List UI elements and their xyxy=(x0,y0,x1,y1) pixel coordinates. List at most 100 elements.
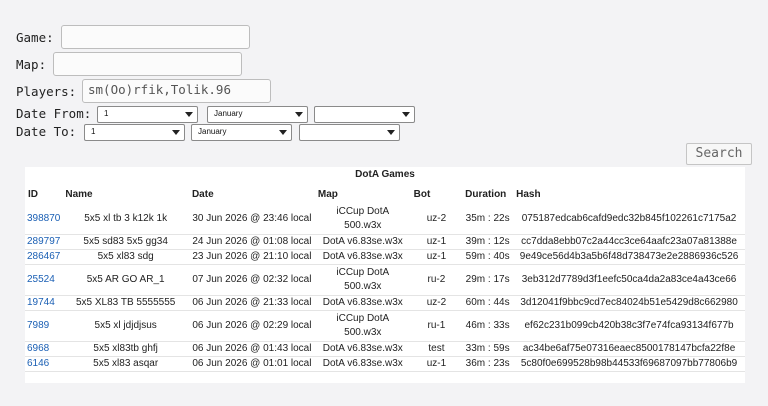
game-date: 06 Jun 2026 @ 01:01 local xyxy=(188,356,315,372)
game-bot: test xyxy=(410,341,463,357)
game-name: 5x5 xl tb 3 k12k 1k xyxy=(62,204,189,235)
game-map: DotA v6.83se.w3x xyxy=(314,295,411,311)
chevron-down-icon xyxy=(402,112,410,117)
column-header-bot: Bot xyxy=(413,188,431,200)
game-bot: uz-1 xyxy=(410,356,463,372)
date-to-month-value: January xyxy=(198,127,227,136)
table-row: 19744 5x5 XL83 TB 5555555 06 Jun 2026 @ … xyxy=(25,295,745,311)
table-row: 289797 5x5 sd83 5x5 gg34 24 Jun 2026 @ 0… xyxy=(25,234,745,250)
date-to-label: Date To: xyxy=(16,124,77,139)
column-header-id: ID xyxy=(28,188,38,200)
game-map: iCCup DotA 500.w3x xyxy=(314,204,411,235)
chevron-down-icon xyxy=(279,130,287,135)
games-table: ID Name Date Map Bot Duration Hash 39887… xyxy=(25,184,745,372)
date-from-day-value: 1 xyxy=(104,109,109,118)
column-header-name: Name xyxy=(65,188,93,200)
game-map: iCCup DotA 500.w3x xyxy=(314,310,411,342)
game-date: 07 Jun 2026 @ 02:32 local xyxy=(188,264,315,296)
chevron-down-icon xyxy=(172,130,180,135)
game-bot: ru-2 xyxy=(410,264,463,296)
game-date: 06 Jun 2026 @ 02:29 local xyxy=(188,310,315,342)
game-hash: ac34be6af75e07316eaec8500178147bcfa22f8e xyxy=(513,341,745,357)
game-name: 5x5 sd83 5x5 gg34 xyxy=(62,234,189,250)
date-to-day-value: 1 xyxy=(91,127,96,136)
game-label: Game: xyxy=(16,30,54,45)
table-row: 6146 5x5 xl83 asqar 06 Jun 2026 @ 01:01 … xyxy=(25,356,745,372)
game-id-link[interactable]: 398870 xyxy=(25,204,63,235)
players-label: Players: xyxy=(16,84,77,99)
results-panel: DotA Games ID Name Date Map Bot Duration… xyxy=(25,167,745,383)
game-bot: uz-1 xyxy=(410,249,463,265)
date-from-month-value: January xyxy=(214,109,243,118)
game-map: iCCup DotA 500.w3x xyxy=(314,264,411,296)
game-input[interactable] xyxy=(61,25,250,49)
search-button[interactable]: Search xyxy=(686,143,752,165)
game-hash: cc7dda8ebb07c2a44cc3ce64aafc23a07a81388e xyxy=(513,234,745,250)
game-date: 06 Jun 2026 @ 01:43 local xyxy=(188,341,315,357)
game-name: 5x5 AR GO AR_1 xyxy=(62,264,189,296)
date-from-year-select[interactable] xyxy=(314,106,415,123)
game-duration: 46m : 33s xyxy=(462,310,514,342)
table-row: 398870 5x5 xl tb 3 k12k 1k 30 Jun 2026 @… xyxy=(25,204,745,235)
date-to-month-select[interactable]: January xyxy=(191,124,292,141)
game-duration: 29m : 17s xyxy=(462,264,514,296)
table-caption: DotA Games xyxy=(355,169,415,180)
game-hash: 5c80f0e699528b98b44533f69687097bb77806b9 xyxy=(513,356,745,372)
game-duration: 36m : 23s xyxy=(462,356,514,372)
game-map: DotA v6.83se.w3x xyxy=(314,341,411,357)
game-map: DotA v6.83se.w3x xyxy=(314,234,411,250)
game-date: 24 Jun 2026 @ 01:08 local xyxy=(188,234,315,250)
game-bot: uz-2 xyxy=(410,295,463,311)
map-input[interactable] xyxy=(53,52,242,76)
chevron-down-icon xyxy=(295,112,303,117)
game-date: 23 Jun 2026 @ 21:10 local xyxy=(188,249,315,265)
game-bot: ru-1 xyxy=(410,310,463,342)
table-row: 25524 5x5 AR GO AR_1 07 Jun 2026 @ 02:32… xyxy=(25,264,745,296)
game-id-link[interactable]: 286467 xyxy=(25,249,63,265)
date-from-label: Date From: xyxy=(16,106,92,121)
game-hash: 3eb312d7789d3f1eefc50ca4da2a83ce4a43ce66 xyxy=(513,264,745,296)
game-duration: 35m : 22s xyxy=(462,204,514,235)
game-duration: 60m : 44s xyxy=(462,295,514,311)
column-header-date: Date xyxy=(191,188,214,200)
game-id-link[interactable]: 7989 xyxy=(25,310,63,342)
game-hash: 075187edcab6cafd9edc32b845f102261c7175a2 xyxy=(513,204,745,235)
column-header-hash: Hash xyxy=(516,188,541,200)
game-name: 5x5 xl jdjdjsus xyxy=(62,310,189,342)
game-map: DotA v6.83se.w3x xyxy=(314,356,411,372)
game-id-link[interactable]: 289797 xyxy=(25,234,63,250)
date-to-year-select[interactable] xyxy=(299,124,400,141)
table-row: 6968 5x5 xl83tb ghfj 06 Jun 2026 @ 01:43… xyxy=(25,341,745,357)
game-bot: uz-1 xyxy=(410,234,463,250)
game-duration: 59m : 40s xyxy=(462,249,514,265)
game-map: DotA v6.83se.w3x xyxy=(314,249,411,265)
column-header-map: Map xyxy=(317,188,338,200)
game-hash: 9e49ce56d4b3a5b6f48d738473e2e2886936c526 xyxy=(513,249,745,265)
game-name: 5x5 xl83 asqar xyxy=(62,356,189,372)
game-name: 5x5 XL83 TB 5555555 xyxy=(62,295,189,311)
game-duration: 33m : 59s xyxy=(462,341,514,357)
map-label: Map: xyxy=(16,57,47,72)
game-id-link[interactable]: 6146 xyxy=(25,356,63,372)
game-id-link[interactable]: 25524 xyxy=(25,264,63,296)
game-date: 06 Jun 2026 @ 21:33 local xyxy=(188,295,315,311)
table-row: 286467 5x5 xl83 sdg 23 Jun 2026 @ 21:10 … xyxy=(25,249,745,265)
game-duration: 39m : 12s xyxy=(462,234,514,250)
game-name: 5x5 xl83tb ghfj xyxy=(62,341,189,357)
game-hash: 3d12041f9bbc9cd7ec84024b51e5429d8c662980 xyxy=(513,295,745,311)
date-from-month-select[interactable]: January xyxy=(207,106,308,123)
game-id-link[interactable]: 19744 xyxy=(25,295,63,311)
game-date: 30 Jun 2026 @ 23:46 local xyxy=(188,204,315,235)
date-to-day-select[interactable]: 1 xyxy=(84,124,185,141)
table-row: 7989 5x5 xl jdjdjsus 06 Jun 2026 @ 02:29… xyxy=(25,310,745,342)
column-header-duration: Duration xyxy=(465,188,507,200)
chevron-down-icon xyxy=(387,130,395,135)
game-id-link[interactable]: 6968 xyxy=(25,341,63,357)
players-input[interactable]: sm(Oo)rfik,Tolik.96 xyxy=(82,79,271,103)
game-name: 5x5 xl83 sdg xyxy=(62,249,189,265)
chevron-down-icon xyxy=(185,112,193,117)
game-hash: ef62c231b099cb420b38c3f7e74fca93134f677b xyxy=(513,310,745,342)
table-header-row: ID Name Date Map Bot Duration Hash xyxy=(25,184,745,204)
date-from-day-select[interactable]: 1 xyxy=(97,106,198,123)
game-bot: uz-2 xyxy=(410,204,463,235)
